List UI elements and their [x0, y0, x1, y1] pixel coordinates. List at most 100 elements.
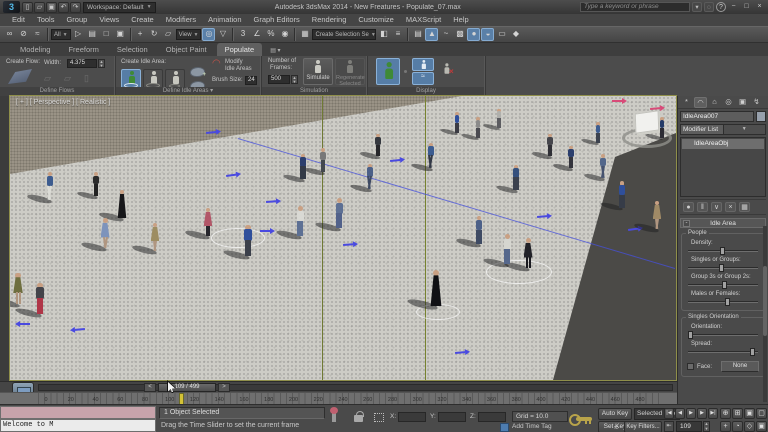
previous-frame-button[interactable]: ◀ — [675, 408, 685, 419]
select-by-name-icon[interactable]: ▤ — [86, 28, 99, 41]
time-slider-track[interactable] — [38, 384, 673, 391]
mirror-icon[interactable]: ◧ — [377, 28, 390, 41]
minimize-button[interactable]: − — [728, 2, 739, 12]
pin-stack-icon[interactable]: ● — [683, 202, 694, 212]
selection-filter-dropdown[interactable]: All▼ — [51, 29, 71, 40]
menu-item-modifiers[interactable]: Modifiers — [160, 14, 202, 26]
menu-item-edit[interactable]: Edit — [6, 14, 31, 26]
slider-group3sorgroup2s[interactable] — [687, 281, 759, 289]
maximize-viewport-icon[interactable]: ▣ — [756, 421, 767, 432]
simulate-button[interactable]: Simulate — [303, 58, 333, 85]
frames-spinner[interactable]: ▲▼ — [291, 75, 298, 84]
rendered-frame-icon[interactable]: ▭ — [495, 28, 508, 41]
named-selection-sets-dropdown[interactable]: Create Selection Se▼ — [312, 29, 376, 40]
spinner-snap-icon[interactable]: ◉ — [278, 28, 291, 41]
x-coordinate-field[interactable] — [398, 412, 426, 422]
viewport-label[interactable]: [ + ] [ Perspective ] [ Realistic ] — [16, 99, 110, 106]
curve-editor-icon[interactable]: ~ — [439, 28, 452, 41]
brush-size-field[interactable]: 24 — [245, 76, 257, 85]
width-field[interactable]: 4.375 — [67, 59, 97, 68]
workspace-dropdown[interactable]: Workspace: Default ▼ — [83, 2, 156, 13]
slider-malesorfemales[interactable] — [687, 298, 759, 306]
z-coordinate-field[interactable] — [478, 412, 506, 422]
face-checkbox[interactable] — [687, 363, 694, 370]
select-and-link-icon[interactable]: ∞ — [3, 28, 16, 41]
hierarchy-tab[interactable]: ⌂ — [708, 97, 721, 108]
slider-spread[interactable] — [687, 348, 759, 356]
macro-recorder-field[interactable] — [0, 406, 156, 419]
set-keys-key-icon[interactable] — [576, 417, 592, 421]
zoom-region-icon[interactable]: ▢ — [756, 408, 767, 419]
slider-track[interactable] — [688, 334, 758, 336]
search-input[interactable]: Type a keyword or phrase — [580, 2, 690, 12]
zoom-all-icon[interactable]: ⊞ — [732, 408, 743, 419]
tab-populate[interactable]: Populate — [217, 43, 263, 56]
face-none-button[interactable]: None — [721, 361, 759, 372]
open-file-icon[interactable]: ▱ — [34, 2, 45, 13]
ramp-flow-icon[interactable]: ▯ — [84, 73, 89, 84]
slider-thumb[interactable] — [722, 281, 727, 289]
select-and-scale-icon[interactable]: ▱ — [162, 28, 175, 41]
motion-tab[interactable]: ◎ — [722, 97, 735, 108]
frame-spinner[interactable]: ▲▼ — [703, 421, 710, 432]
zoom-extents-icon[interactable]: ▣ — [744, 408, 755, 419]
modifier-list-dropdown[interactable]: Modifier List ▼ — [680, 124, 766, 135]
rectangular-selection-region-icon[interactable]: □ — [100, 28, 113, 41]
slider-track[interactable] — [688, 301, 758, 303]
menu-item-animation[interactable]: Animation — [202, 14, 247, 26]
unlink-selection-icon[interactable]: ⊘ — [17, 28, 30, 41]
save-file-icon[interactable]: ▣ — [46, 2, 57, 13]
slider-orientation[interactable] — [687, 331, 759, 339]
slider-thumb[interactable] — [725, 298, 730, 306]
edit-named-sets-icon[interactable]: ▦ — [298, 28, 311, 41]
go-to-end-button[interactable]: ▶| — [708, 408, 718, 419]
utilities-tab[interactable]: ↯ — [750, 97, 763, 108]
select-object-icon[interactable]: ▷ — [72, 28, 85, 41]
menu-item-group[interactable]: Group — [60, 14, 93, 26]
menu-item-tools[interactable]: Tools — [31, 14, 61, 26]
regenerate-selected-button[interactable]: RegenerateSelected — [335, 58, 365, 85]
application-menu-button[interactable]: 3 — [3, 1, 20, 13]
angle-snap-icon[interactable]: ∠ — [250, 28, 263, 41]
bind-to-space-warp-icon[interactable]: ≈ — [31, 28, 44, 41]
delete-people-button[interactable]: × — [442, 62, 451, 80]
ribbon-toggle-icon[interactable]: ▲ — [425, 28, 438, 41]
add-time-tag[interactable]: Add Time Tag — [512, 423, 552, 430]
layer-manager-icon[interactable]: ▤ — [411, 28, 424, 41]
tab-selection[interactable]: Selection — [109, 43, 156, 56]
maxscript-mini-listener[interactable]: Welcome to M — [0, 419, 156, 432]
infocenter-star-icon[interactable]: ▾ — [692, 2, 702, 12]
slider-track[interactable] — [688, 351, 758, 353]
show-flows-button[interactable]: ≈ — [412, 72, 434, 85]
viewport-scene[interactable]: [ + ] [ Perspective ] [ Realistic ] — [10, 96, 676, 380]
isolate-selection-icon[interactable] — [332, 412, 336, 422]
tab-modeling[interactable]: Modeling — [12, 43, 58, 56]
go-to-start-button[interactable]: |◀ — [664, 408, 674, 419]
menu-item-maxscript[interactable]: MAXScript — [400, 14, 447, 26]
slider-singlesorgroups[interactable] — [687, 264, 759, 272]
new-key-filter-icon[interactable]: ≈ — [614, 423, 618, 432]
slider-thumb[interactable] — [750, 348, 755, 356]
communication-center-icon[interactable]: ◌ — [704, 2, 714, 12]
next-frame-button[interactable]: ▶ — [697, 408, 707, 419]
auto-key-button[interactable]: Auto Key — [598, 408, 632, 420]
material-editor-icon[interactable]: ● — [467, 28, 480, 41]
redo-icon[interactable]: ↷ — [70, 2, 81, 13]
make-unique-icon[interactable]: ∨ — [711, 202, 722, 212]
show-people-button[interactable] — [376, 58, 400, 85]
slider-thumb[interactable] — [719, 264, 724, 272]
reference-coordinate-dropdown[interactable]: View▼ — [176, 29, 202, 40]
time-slider-next-button[interactable]: > — [218, 383, 230, 392]
slider-thumb[interactable] — [720, 247, 725, 255]
scrollbar-thumb[interactable] — [763, 266, 767, 336]
slider-density[interactable] — [687, 247, 759, 255]
orbit-icon[interactable]: ◔ — [732, 421, 743, 432]
modify-idle-brush-icon[interactable]: ◠ — [212, 60, 221, 68]
merge-flow-icon[interactable]: ▱ — [64, 73, 71, 84]
tab-object-paint[interactable]: Object Paint — [158, 43, 215, 56]
width-spinner[interactable]: ▲▼ — [98, 59, 105, 68]
select-and-move-icon[interactable]: + — [134, 28, 147, 41]
create-tab[interactable]: * — [680, 97, 693, 108]
collapse-icon[interactable]: - — [683, 220, 690, 227]
show-end-result-icon[interactable]: ‖ — [697, 202, 708, 212]
